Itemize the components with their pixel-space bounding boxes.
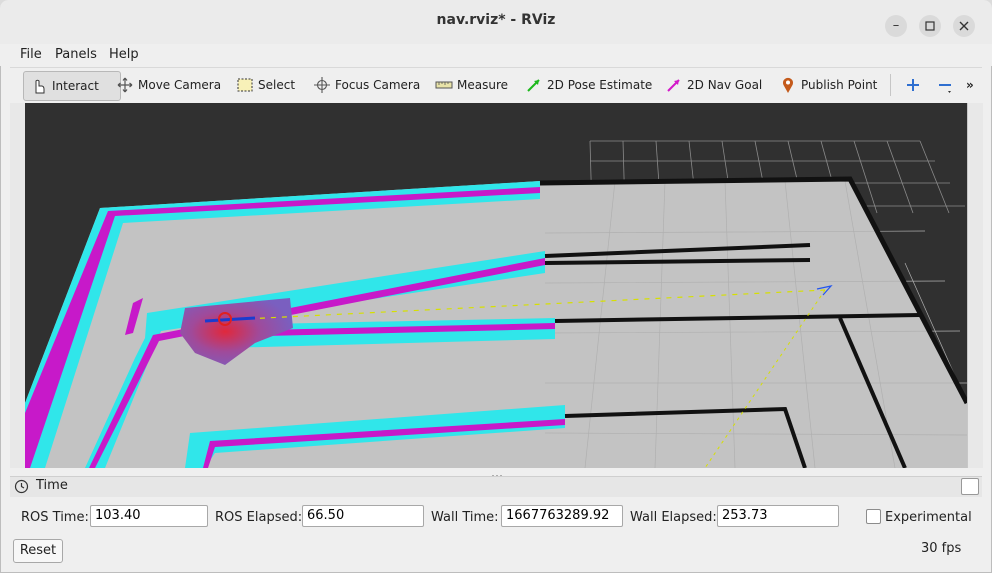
wall-time-label: Wall Time: bbox=[431, 510, 499, 525]
hand-pointer-icon bbox=[30, 77, 48, 95]
right-dock-collapse-strip[interactable] bbox=[967, 103, 983, 468]
float-panel-button[interactable] bbox=[961, 478, 979, 495]
experimental-checkbox[interactable] bbox=[866, 509, 881, 524]
focus-camera-icon bbox=[313, 76, 331, 94]
time-panel: ROS Time: ROS Elapsed: Wall Time: Wall E… bbox=[10, 497, 982, 565]
experimental-label: Experimental bbox=[885, 510, 972, 525]
menu-help[interactable]: Help bbox=[109, 47, 139, 62]
remove-tool-button[interactable] bbox=[930, 71, 964, 99]
map-pin-icon bbox=[779, 76, 797, 94]
nav-goal-label: 2D Nav Goal bbox=[687, 78, 763, 92]
measure-label: Measure bbox=[457, 78, 508, 92]
focus-camera-tool-button[interactable]: Focus Camera bbox=[307, 71, 426, 99]
toolbar-separator bbox=[890, 74, 891, 96]
wall-elapsed-label: Wall Elapsed: bbox=[630, 510, 717, 525]
fps-readout: 30 fps bbox=[921, 541, 962, 556]
menu-panels[interactable]: Panels bbox=[55, 47, 97, 62]
ros-time-label: ROS Time: bbox=[21, 510, 89, 525]
menu-file[interactable]: File bbox=[20, 47, 42, 62]
wall-elapsed-field[interactable] bbox=[717, 505, 839, 527]
move-camera-icon bbox=[116, 76, 134, 94]
ruler-icon bbox=[435, 76, 453, 94]
splitter-handle[interactable] bbox=[490, 468, 504, 477]
pose-estimate-label: 2D Pose Estimate bbox=[547, 78, 653, 92]
interact-label: Interact bbox=[52, 79, 99, 93]
left-dock-collapse-strip[interactable] bbox=[10, 103, 26, 468]
publish-point-label: Publish Point bbox=[801, 78, 878, 92]
ros-time-field[interactable] bbox=[90, 505, 208, 527]
wall-time-field[interactable] bbox=[501, 505, 623, 527]
interact-tool-button[interactable]: Interact bbox=[23, 71, 121, 101]
rviz-window: nav.rviz* - RViz – File Panels Help Inte… bbox=[0, 0, 992, 573]
select-box-icon bbox=[236, 76, 254, 94]
plus-icon bbox=[904, 76, 922, 94]
measure-tool-button[interactable]: Measure bbox=[429, 71, 514, 99]
map-scene bbox=[25, 140, 967, 468]
focus-camera-label: Focus Camera bbox=[335, 78, 421, 92]
menu-bar: File Panels Help bbox=[0, 44, 992, 66]
move-camera-label: Move Camera bbox=[138, 78, 222, 92]
add-tool-button[interactable] bbox=[898, 71, 932, 99]
close-icon[interactable] bbox=[953, 15, 975, 37]
ros-elapsed-field[interactable] bbox=[302, 505, 424, 527]
pose-estimate-tool-button[interactable]: 2D Pose Estimate bbox=[519, 71, 658, 99]
ros-elapsed-label: ROS Elapsed: bbox=[215, 510, 303, 525]
maximize-icon[interactable] bbox=[919, 15, 941, 37]
tools-toolbar: Interact Move Camera Select Focus Camera… bbox=[10, 67, 982, 102]
move-camera-tool-button[interactable]: Move Camera bbox=[110, 71, 227, 99]
minus-icon bbox=[936, 76, 954, 94]
time-panel-title: Time bbox=[36, 478, 68, 493]
clock-icon bbox=[14, 479, 29, 498]
3d-render-viewport[interactable] bbox=[25, 103, 967, 468]
reset-button[interactable]: Reset bbox=[13, 539, 63, 563]
toolbar-overflow-icon[interactable]: » bbox=[960, 71, 980, 99]
select-tool-button[interactable]: Select bbox=[230, 71, 301, 99]
window-title: nav.rviz* - RViz bbox=[436, 12, 556, 28]
green-arrow-icon bbox=[525, 76, 543, 94]
publish-point-tool-button[interactable]: Publish Point bbox=[773, 71, 883, 99]
time-panel-header: Time bbox=[10, 476, 982, 498]
magenta-arrow-icon bbox=[665, 76, 683, 94]
title-bar: nav.rviz* - RViz – bbox=[0, 0, 992, 45]
select-label: Select bbox=[258, 78, 296, 92]
minimize-icon[interactable]: – bbox=[885, 15, 907, 37]
nav-goal-tool-button[interactable]: 2D Nav Goal bbox=[659, 71, 768, 99]
